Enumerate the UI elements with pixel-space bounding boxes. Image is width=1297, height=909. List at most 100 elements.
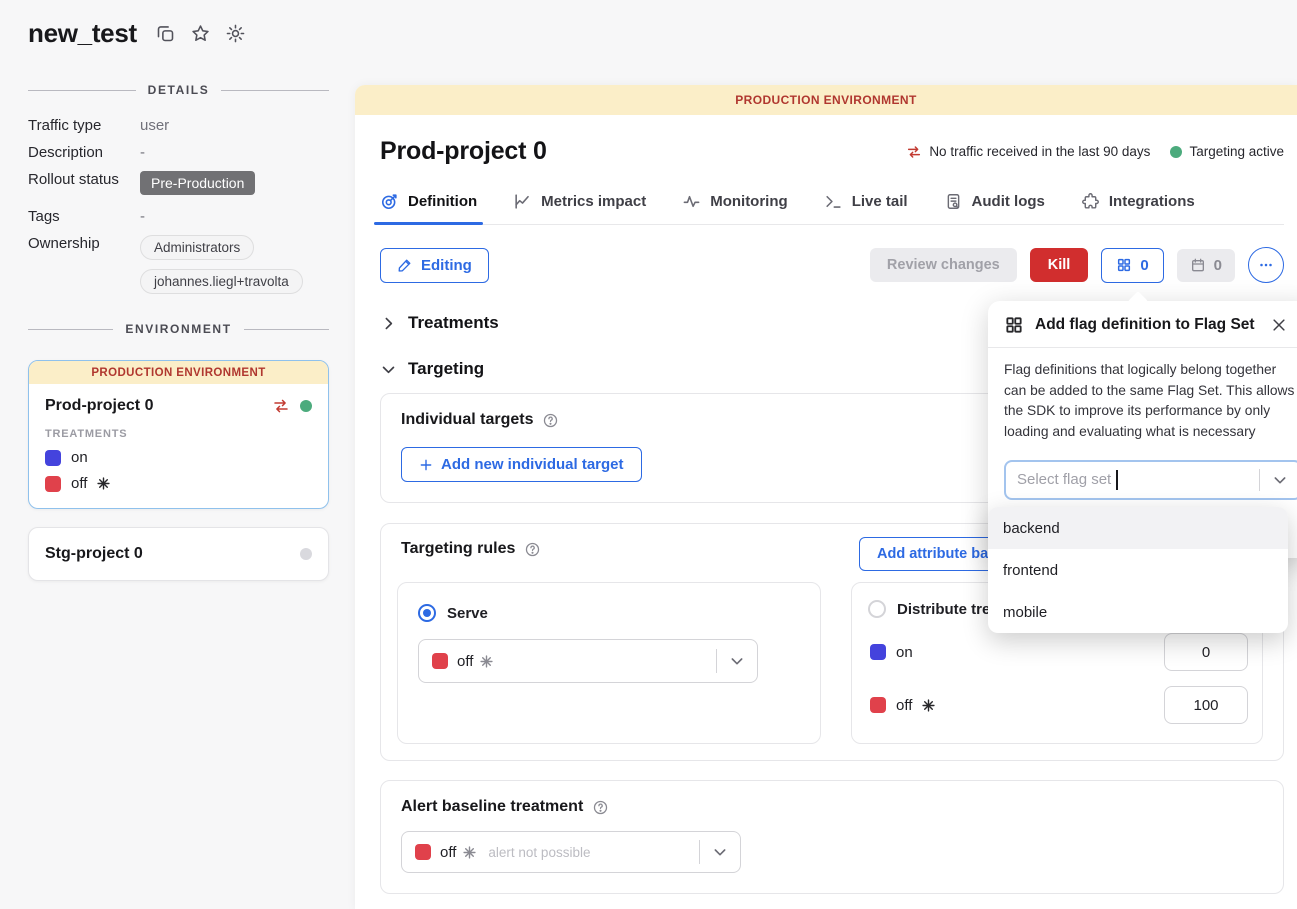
traffic-swap-icon — [272, 397, 290, 415]
alert-baseline-card: Alert baseline treatment off alert not p… — [380, 780, 1284, 894]
metrics-chart-icon — [513, 192, 532, 211]
copy-icon[interactable] — [155, 23, 176, 44]
percentage-input-off[interactable] — [1164, 686, 1248, 724]
environment-card-production[interactable]: PRODUCTION ENVIRONMENT Prod-project 0 TR… — [28, 360, 329, 509]
chevron-down-icon[interactable] — [700, 844, 740, 860]
detail-row-traffic-type: Traffic type user — [28, 117, 329, 134]
serve-treatment-select[interactable]: off — [418, 639, 758, 683]
individual-targets-heading: Individual targets — [401, 411, 533, 429]
help-icon[interactable] — [542, 412, 559, 429]
review-changes-button[interactable]: Review changes — [870, 248, 1017, 282]
tab-monitoring[interactable]: Monitoring — [682, 192, 787, 224]
distribute-radio[interactable] — [868, 600, 886, 618]
chevron-down-icon[interactable] — [717, 653, 757, 669]
plus-icon — [419, 458, 433, 472]
page-title: Prod-project 0 — [380, 137, 906, 166]
popover-title: Add flag definition to Flag Set — [1035, 316, 1259, 334]
targeting-active-dot — [1170, 146, 1182, 158]
pencil-icon — [397, 257, 413, 273]
serve-panel: Serve off — [397, 582, 821, 744]
calendar-icon — [1190, 257, 1206, 273]
pulse-icon — [682, 192, 701, 211]
details-divider: DETAILS — [28, 83, 329, 97]
gear-icon[interactable] — [225, 23, 246, 44]
title-row: Prod-project 0 No traffic received in th… — [380, 137, 1284, 166]
flag-sets-button[interactable]: 0 — [1101, 248, 1163, 283]
default-treatment-asterisk-icon — [463, 846, 476, 859]
treatment-off-swatch — [870, 697, 886, 713]
audit-logs-icon — [944, 192, 963, 211]
chevron-right-icon — [380, 315, 397, 332]
environment-card-staging[interactable]: Stg-project 0 — [28, 527, 329, 581]
flag-set-placeholder: Select flag set — [1017, 471, 1111, 488]
alert-hint-text: alert not possible — [488, 845, 590, 860]
flag-sets-count: 0 — [1140, 257, 1148, 274]
detail-row-rollout-status: Rollout status Pre-Production — [28, 171, 329, 195]
targeting-status: Targeting active — [1170, 144, 1284, 159]
definition-icon — [380, 192, 399, 211]
alert-baseline-select[interactable]: off alert not possible — [401, 831, 741, 873]
chevron-down-icon[interactable] — [1260, 472, 1297, 488]
inactive-dot — [300, 548, 312, 560]
serve-radio[interactable] — [418, 604, 436, 622]
alert-baseline-heading: Alert baseline treatment — [401, 798, 583, 816]
default-treatment-asterisk-icon — [97, 477, 110, 490]
kill-button[interactable]: Kill — [1030, 248, 1089, 282]
owner-pill[interactable]: Administrators — [140, 235, 254, 260]
flag-header: new_test — [28, 18, 329, 49]
tab-metrics-impact[interactable]: Metrics impact — [513, 192, 646, 224]
more-actions-button[interactable] — [1248, 247, 1284, 283]
grid-icon — [1116, 257, 1132, 273]
tab-integrations[interactable]: Integrations — [1081, 192, 1195, 224]
app-root: new_test DETAILS Traffic type user Descr… — [0, 0, 1297, 909]
flag-set-dropdown: backend frontend mobile — [988, 507, 1288, 633]
help-icon[interactable] — [524, 541, 541, 558]
star-icon[interactable] — [190, 23, 211, 44]
tags-value: - — [140, 208, 145, 225]
treatment-on-swatch — [45, 450, 61, 466]
targeting-rules-heading: Targeting rules — [401, 540, 515, 558]
add-individual-target-button[interactable]: Add new individual target — [401, 447, 642, 482]
treatment-off-swatch — [45, 476, 61, 492]
details-heading: DETAILS — [148, 83, 210, 97]
detail-row-description: Description - — [28, 144, 329, 161]
treatment-on-swatch — [870, 644, 886, 660]
dropdown-option-mobile[interactable]: mobile — [988, 591, 1288, 633]
flag-name-title: new_test — [28, 18, 137, 49]
detail-row-tags: Tags - — [28, 208, 329, 225]
environment-name: Prod-project 0 — [45, 397, 272, 415]
details-list: Traffic type user Description - Rollout … — [28, 117, 329, 294]
flag-set-input[interactable]: Select flag set — [1004, 460, 1297, 500]
rollout-status-badge: Pre-Production — [140, 171, 255, 195]
close-icon[interactable] — [1270, 316, 1288, 334]
schedule-button[interactable]: 0 — [1177, 249, 1235, 282]
chevron-down-icon — [380, 361, 397, 378]
tab-audit-logs[interactable]: Audit logs — [944, 192, 1045, 224]
production-environment-banner: PRODUCTION ENVIRONMENT — [29, 361, 328, 384]
text-cursor — [1116, 470, 1118, 490]
environment-heading: ENVIRONMENT — [125, 322, 231, 336]
schedule-count: 0 — [1214, 257, 1222, 274]
puzzle-icon — [1081, 192, 1100, 211]
dropdown-option-frontend[interactable]: frontend — [988, 549, 1288, 591]
sidebar: new_test DETAILS Traffic type user Descr… — [0, 0, 355, 909]
distribute-row-on: on — [868, 633, 1248, 671]
production-environment-banner: PRODUCTION ENVIRONMENT — [355, 85, 1297, 115]
distribute-row-off: off — [868, 686, 1248, 724]
traffic-status: No traffic received in the last 90 days — [906, 144, 1150, 160]
tab-bar: Definition Metrics impact Monitoring — [380, 192, 1284, 225]
percentage-input-on[interactable] — [1164, 633, 1248, 671]
dropdown-option-backend[interactable]: backend — [988, 507, 1288, 549]
owner-pill[interactable]: johannes.liegl+travolta — [140, 269, 303, 294]
traffic-type-value: user — [140, 117, 169, 134]
treatment-off-swatch — [415, 844, 431, 860]
tab-definition[interactable]: Definition — [380, 192, 477, 224]
detail-row-ownership: Ownership Administrators johannes.liegl+… — [28, 235, 329, 294]
environment-name: Stg-project 0 — [45, 545, 300, 563]
help-icon[interactable] — [592, 799, 609, 816]
editing-button[interactable]: Editing — [380, 248, 489, 283]
traffic-swap-icon — [906, 144, 922, 160]
grid-icon — [1004, 315, 1024, 335]
treatment-row-on: on — [45, 449, 312, 466]
tab-live-tail[interactable]: Live tail — [824, 192, 908, 224]
